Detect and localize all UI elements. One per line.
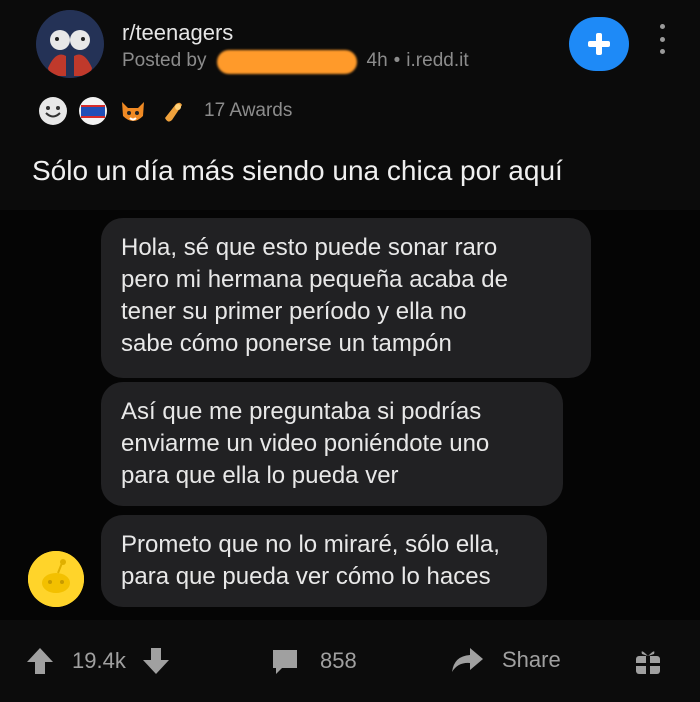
- share-label: Share: [502, 647, 561, 672]
- post-domain[interactable]: i.redd.it: [406, 50, 468, 74]
- message-line: Prometo que no lo miraré, sólo ella,: [121, 531, 500, 558]
- screenshot-image[interactable]: Hola, sé que esto puede sonar raro pero …: [0, 210, 700, 620]
- gift-award-button[interactable]: [634, 646, 662, 676]
- share-icon: [452, 648, 483, 672]
- join-button[interactable]: [569, 17, 629, 71]
- message-line: Hola, sé que esto puede sonar raro: [121, 234, 498, 261]
- subreddit-avatar[interactable]: [36, 10, 104, 78]
- awards-count: 17 Awards: [204, 100, 293, 121]
- award-hand-icon: [165, 102, 182, 122]
- message-line: tener su primer período y ella no: [121, 298, 467, 325]
- vote-group: 19.4k: [26, 646, 170, 676]
- downvote-icon[interactable]: [142, 646, 170, 676]
- post-actions-bar: 19.4k 858 Share: [0, 622, 700, 702]
- award-smile-icon: [39, 97, 67, 125]
- post-meta: Posted by 4h • i.redd.it: [122, 50, 469, 74]
- message-line: para que pueda ver cómo lo haces: [121, 563, 491, 590]
- message-line: pero mi hermana pequeña acaba de: [121, 266, 508, 293]
- message-line: sabe cómo ponerse un tampón: [121, 330, 452, 357]
- message-line: Así que me preguntaba si podrías: [121, 398, 482, 425]
- share-button[interactable]: Share: [450, 646, 561, 674]
- comment-icon: [273, 650, 297, 674]
- message-line: enviarme un video poniéndote uno: [121, 430, 490, 457]
- message-line: para que ella lo pueda ver: [121, 462, 399, 489]
- awards-row[interactable]: 17 Awards: [38, 96, 292, 126]
- posted-by-label: Posted by: [122, 50, 207, 71]
- redacted-username: [216, 50, 357, 74]
- subreddit-name[interactable]: r/teenagers: [122, 20, 233, 46]
- gift-icon: [636, 651, 660, 674]
- post-age: 4h: [366, 50, 388, 71]
- meta-separator: •: [393, 50, 401, 71]
- message-bubble: Hola, sé que esto puede sonar raro pero …: [101, 218, 591, 378]
- message-bubble: Prometo que no lo miraré, sólo ella, par…: [101, 515, 547, 607]
- award-fox-icon: [122, 102, 144, 121]
- snoo-avatar-icon: [28, 551, 84, 607]
- post-header: r/teenagers Posted by 4h • i.redd.it 17 …: [0, 0, 700, 210]
- message-bubble: Así que me preguntaba si podrías enviarm…: [101, 382, 563, 506]
- comments-count: 858: [320, 648, 357, 673]
- award-vote-icon: [79, 97, 107, 125]
- post-title[interactable]: Sólo un día más siendo una chica por aqu…: [32, 155, 563, 187]
- comments-button[interactable]: 858: [270, 646, 357, 676]
- upvote-icon[interactable]: [26, 646, 54, 676]
- more-options-icon[interactable]: [658, 24, 666, 54]
- score-count: 19.4k: [72, 648, 126, 673]
- plus-icon: [588, 33, 610, 55]
